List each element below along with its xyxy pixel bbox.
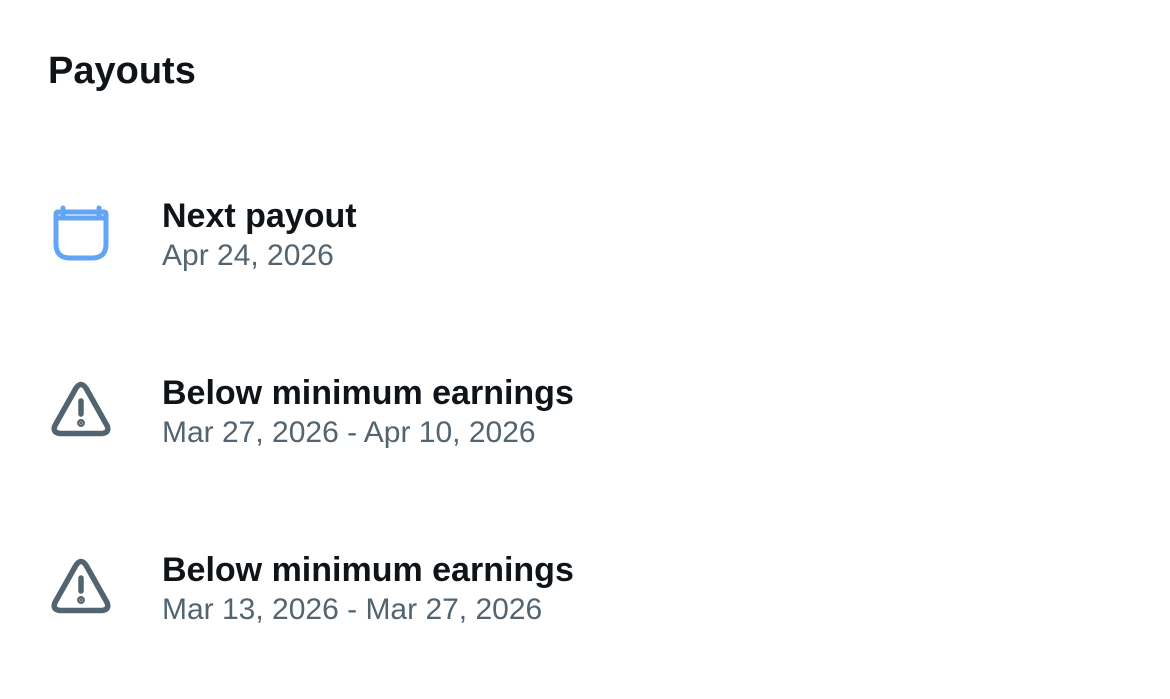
warning-icon xyxy=(48,554,114,620)
payout-item-title: Below minimum earnings xyxy=(162,374,574,412)
warning-icon xyxy=(48,377,114,443)
payout-item-date-range: Mar 27, 2026 - Apr 10, 2026 xyxy=(162,416,536,449)
payout-item-date: Apr 24, 2026 xyxy=(162,239,334,272)
payout-item-title: Below minimum earnings xyxy=(162,551,574,589)
payout-item-below-minimum[interactable]: Below minimum earnings Mar 13, 2026 - Ma… xyxy=(0,544,1170,644)
payout-item-date-range: Mar 13, 2026 - Mar 27, 2026 xyxy=(162,593,543,626)
calendar-icon xyxy=(48,200,114,266)
payout-list: Next payout Apr 24, 2026 Below minimum e… xyxy=(0,0,1170,699)
payout-item-below-minimum[interactable]: Below minimum earnings Mar 27, 2026 - Ap… xyxy=(0,367,1170,467)
payout-item-title: Next payout xyxy=(162,197,357,235)
payout-item-next-payout[interactable]: Next payout Apr 24, 2026 xyxy=(0,190,1170,290)
